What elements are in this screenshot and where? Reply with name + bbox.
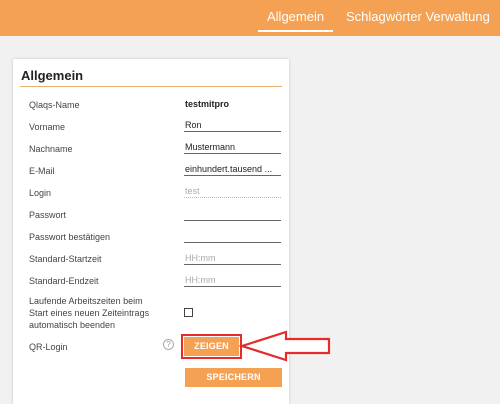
zeigen-button[interactable]: ZEIGEN xyxy=(181,334,242,359)
vorname-input[interactable] xyxy=(184,118,281,132)
top-navigation-bar: Allgemein Schlagwörter Verwaltung xyxy=(0,0,500,36)
endzeit-input[interactable] xyxy=(184,273,281,287)
email-label: E-Mail xyxy=(29,166,55,176)
startzeit-input[interactable] xyxy=(184,251,281,265)
endzeit-label: Standard-Endzeit xyxy=(29,276,99,286)
tab-allgemein[interactable]: Allgemein xyxy=(257,9,334,32)
qr-login-label: QR-Login xyxy=(29,342,68,352)
nachname-label: Nachname xyxy=(29,144,73,154)
passwort-input[interactable] xyxy=(184,207,281,221)
title-divider xyxy=(20,86,282,87)
card-title: Allgemein xyxy=(21,68,84,83)
vorname-label: Vorname xyxy=(29,122,66,132)
laufende-label-line-3: automatisch beenden xyxy=(29,320,116,330)
laufende-checkbox[interactable] xyxy=(184,308,193,317)
tab-schlagwoerter-verwaltung[interactable]: Schlagwörter Verwaltung xyxy=(346,9,490,24)
login-input xyxy=(184,184,281,198)
login-label: Login xyxy=(29,188,52,198)
left-arrow-annotation-icon xyxy=(239,330,331,362)
laufende-label-line-1: Laufende Arbeitszeiten beim xyxy=(29,296,143,306)
email-input[interactable] xyxy=(184,162,281,176)
passwort-bestaetigen-label: Passwort bestätigen xyxy=(29,232,111,242)
laufende-label-line-2: Start eines neuen Zeiteintrags xyxy=(29,308,150,318)
speichern-button[interactable]: SPEICHERN xyxy=(185,368,282,387)
qlaqs-name-value: testmitpro xyxy=(185,99,230,109)
passwort-label: Passwort xyxy=(29,210,67,220)
nachname-input[interactable] xyxy=(184,140,281,154)
qlaqs-name-label: Qlaqs-Name xyxy=(29,100,80,110)
help-icon[interactable]: ? xyxy=(163,339,174,350)
passwort-bestaetigen-input[interactable] xyxy=(184,229,281,243)
startzeit-label: Standard-Startzeit xyxy=(29,254,102,264)
